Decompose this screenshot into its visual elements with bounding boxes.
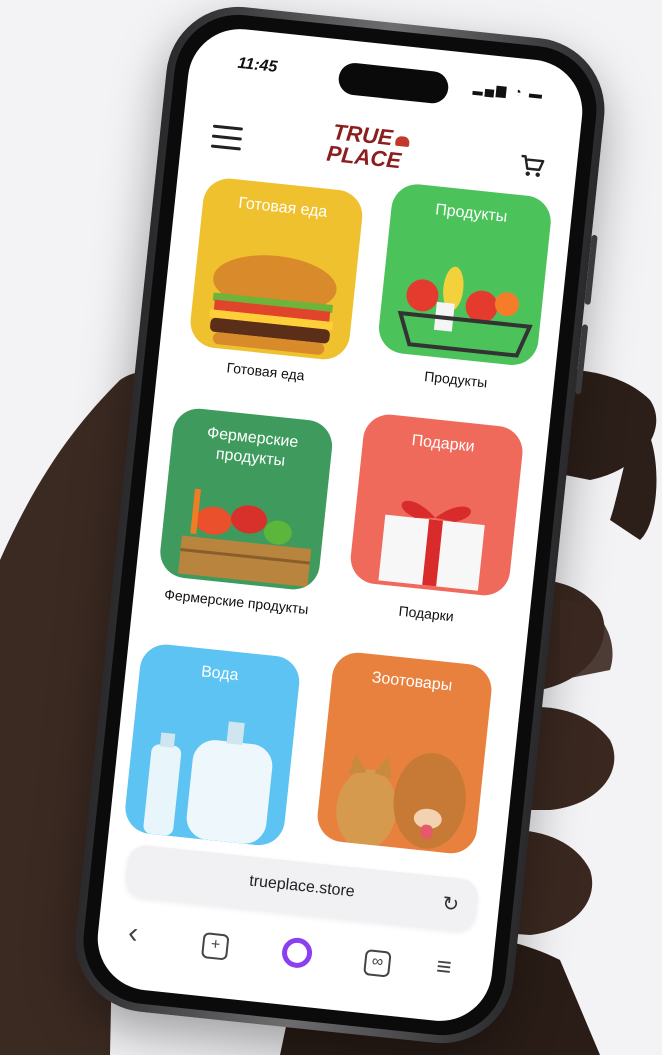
water-bottles-image [143, 721, 273, 844]
logo-line-2: PLACE [325, 140, 403, 174]
hamburger-menu-icon[interactable] [210, 124, 243, 152]
category-tile-water[interactable]: Вода [122, 642, 302, 848]
status-time: 11:45 [236, 54, 279, 76]
tabs-icon[interactable]: ∞ [363, 949, 392, 978]
category-tile-gifts[interactable]: Подарки [348, 412, 526, 598]
tile-caption[interactable]: Продукты [370, 362, 541, 396]
logo-cart-icon [394, 135, 410, 148]
status-icons: ▂▄▆ ◔ ▬ [472, 79, 545, 102]
tile-title: Подарки [410, 432, 476, 456]
screen: 11:45 ▂▄▆ ◔ ▬ TRUE PLACE Готовая еда Гот… [92, 23, 588, 1027]
tile-title: Готовая еда [237, 194, 329, 221]
reload-icon[interactable]: ↻ [441, 891, 460, 918]
gift-box-image [378, 500, 485, 591]
menu-icon[interactable]: ≡ [435, 951, 453, 983]
tile-title: Вода [200, 663, 240, 685]
url-text: trueplace.store [248, 872, 356, 901]
voice-assistant-icon[interactable] [280, 936, 314, 970]
tile-caption[interactable]: Подарки [341, 597, 512, 631]
new-tab-icon[interactable]: + [200, 931, 230, 961]
dynamic-island [337, 61, 450, 105]
logo[interactable]: TRUE PLACE [325, 119, 411, 173]
cat-and-dog-image [336, 752, 466, 850]
vegetable-crate-image [178, 488, 312, 587]
category-tile-pet-supplies[interactable]: Зоотовары [315, 650, 495, 856]
burger-image [209, 255, 337, 355]
category-tile-farm-products[interactable]: Фермерские продукты [157, 406, 335, 592]
grocery-cart-image [397, 266, 533, 358]
tile-title: Зоотовары [370, 669, 454, 695]
category-grid: Готовая еда Готовая еда Продукты Продукт… [122, 176, 560, 856]
scene: 11:45 ▂▄▆ ◔ ▬ TRUE PLACE Готовая еда Гот… [0, 0, 662, 1055]
tile-title: Продукты [434, 201, 509, 226]
shopping-cart-icon[interactable] [517, 153, 545, 180]
back-icon[interactable]: ‹ [126, 916, 140, 951]
category-tile-ready-food[interactable]: Готовая еда [187, 176, 365, 362]
category-tile-groceries[interactable]: Продукты [376, 181, 554, 368]
